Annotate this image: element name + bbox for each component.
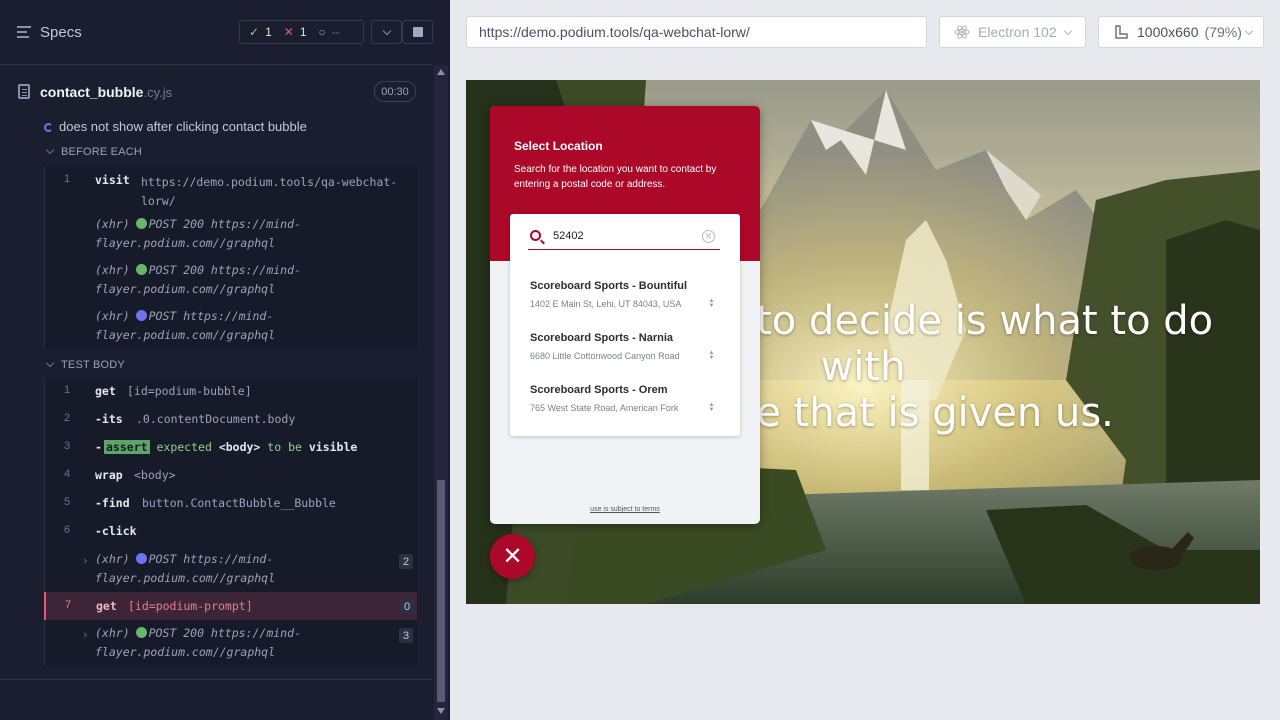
command-row[interactable]: 5 -find button.ContactBubble__Bubble (45, 496, 418, 516)
count-badge: 2 (399, 554, 413, 569)
reporter-header: Specs ✓ 1 ✕ 1 ○ -- (0, 0, 433, 65)
hook-before-each[interactable]: BEFORE EACH (44, 145, 142, 158)
pending-stat: ○ -- (318, 25, 340, 39)
status-dot-icon (135, 627, 147, 638)
command-row[interactable]: 1 get [id=podium-bubble] (45, 384, 418, 404)
stop-icon (412, 27, 423, 37)
scroll-down-arrow-icon[interactable] (437, 708, 445, 714)
xhr-log: (xhr) POST 200 https://mind-flayer.podium… (95, 217, 301, 250)
divider (0, 679, 432, 680)
app-under-test: All we have to decide is what to do with… (466, 80, 1260, 604)
pending-dot-icon (135, 553, 147, 564)
test-body-commands: 1 get [id=podium-bubble] 2 -its .0.conte… (44, 378, 417, 666)
browser-selector[interactable]: Electron 102 (939, 16, 1086, 48)
xhr-log: (xhr) POST https://mind-flayer.podium.com… (95, 552, 276, 585)
location-card: 52402 ✕ Scoreboard Sports - Bountiful 14… (510, 214, 740, 436)
electron-icon (954, 25, 970, 39)
failed-stat: ✕ 1 (283, 25, 307, 39)
command-row[interactable]: › (xhr) POST 200 https://mind-flayer.podi… (45, 626, 418, 667)
chevron-down-icon (45, 145, 55, 155)
chevron-right-icon[interactable]: › (82, 554, 89, 567)
spec-file-name: contact_bubble.cy.js (40, 84, 173, 100)
command-row[interactable]: 1 visit https://demo.podium.tools/qa-web… (45, 170, 418, 210)
terms-link[interactable]: use is subject to terms (490, 506, 760, 513)
pending-icon: ○ (318, 25, 326, 39)
test-title[interactable]: does not show after clicking contact bub… (44, 119, 307, 134)
running-icon (44, 123, 53, 132)
count-badge: 0 (400, 599, 414, 614)
pending-dot-icon (135, 310, 147, 321)
clear-icon[interactable]: ✕ (702, 230, 715, 243)
webchat-location-widget: Select Location Search for the location … (490, 106, 760, 524)
command-row[interactable]: 3 - assert expected <body> to be visible (45, 440, 418, 460)
check-icon: ✓ (249, 25, 260, 39)
chevron-down-icon (45, 358, 55, 368)
passed-stat: ✓ 1 (249, 25, 272, 39)
status-dot-icon (135, 264, 147, 275)
command-row[interactable]: (xhr) POST https://mind-flayer.podium.com… (45, 307, 418, 347)
scroll-arrows-icon: ▲ ▼ (708, 402, 715, 413)
command-log-panel: Specs ✓ 1 ✕ 1 ○ -- contact_bubble.cy.js … (0, 0, 450, 720)
specs-title[interactable]: Specs (40, 24, 82, 41)
menu-icon[interactable] (17, 26, 31, 38)
spec-duration: 00:30 (374, 81, 416, 102)
location-search-input[interactable]: 52402 ✕ (528, 226, 720, 250)
xhr-log: (xhr) POST 200 https://mind-flayer.podium… (95, 263, 301, 296)
close-bubble-button[interactable]: ✕ (490, 534, 535, 579)
command-row[interactable]: 2 -its .0.contentDocument.body (45, 412, 418, 432)
viewport-info[interactable]: 1000x660 (79%) (1098, 16, 1264, 48)
chevron-down-icon (1063, 26, 1072, 35)
chevron-down-icon (382, 26, 391, 35)
hook-test-body[interactable]: TEST BODY (44, 358, 125, 371)
command-row[interactable]: 4 wrap <body> (45, 468, 418, 488)
scroll-arrows-icon: ▲ ▼ (708, 350, 715, 361)
xhr-log: (xhr) POST 200 https://mind-flayer.podium… (95, 626, 301, 659)
count-badge: 3 (399, 628, 413, 643)
before-each-commands: 1 visit https://demo.podium.tools/qa-web… (44, 166, 417, 348)
command-row[interactable]: › (xhr) POST https://mind-flayer.podium.c… (45, 552, 418, 593)
expand-all-button[interactable] (371, 20, 402, 44)
failed-command-row[interactable]: 7 get [id=podium-prompt] 0 (44, 592, 417, 620)
test-stats: ✓ 1 ✕ 1 ○ -- (239, 20, 364, 44)
x-icon: ✕ (283, 25, 294, 39)
location-item[interactable]: Scoreboard Sports - Narnia 6680 Little C… (530, 332, 720, 361)
location-item[interactable]: Scoreboard Sports - Orem 765 West State … (530, 384, 720, 413)
ruler-icon (1115, 25, 1128, 39)
close-icon: ✕ (502, 543, 523, 570)
chevron-right-icon[interactable]: › (82, 628, 89, 641)
scroll-up-arrow-icon[interactable] (437, 69, 445, 75)
command-row[interactable]: (xhr) POST 200 https://mind-flayer.podium… (45, 215, 418, 255)
widget-subtitle: Search for the location you want to cont… (514, 164, 717, 190)
status-dot-icon (135, 218, 147, 229)
chevron-down-icon (1244, 26, 1254, 35)
stop-button[interactable] (402, 20, 433, 44)
assert-message: assert expected <body> to be visible (104, 440, 358, 454)
search-icon (530, 230, 541, 241)
url-bar[interactable]: https://demo.podium.tools/qa-webchat-lor… (466, 16, 927, 48)
scrollbar-thumb[interactable] (437, 480, 445, 702)
location-item[interactable]: Scoreboard Sports - Bountiful 1402 E Mai… (530, 280, 720, 309)
xhr-log: (xhr) POST https://mind-flayer.podium.com… (95, 309, 276, 342)
app-preview-panel: https://demo.podium.tools/qa-webchat-lor… (450, 0, 1280, 720)
command-row[interactable]: 6 -click (45, 524, 418, 544)
spec-file-header[interactable]: contact_bubble.cy.js 00:30 (0, 72, 432, 112)
document-icon (18, 84, 30, 99)
widget-title: Select Location (514, 139, 603, 153)
command-row[interactable]: (xhr) POST 200 https://mind-flayer.podium… (45, 261, 418, 301)
scroll-arrows-icon: ▲ ▼ (708, 298, 715, 309)
